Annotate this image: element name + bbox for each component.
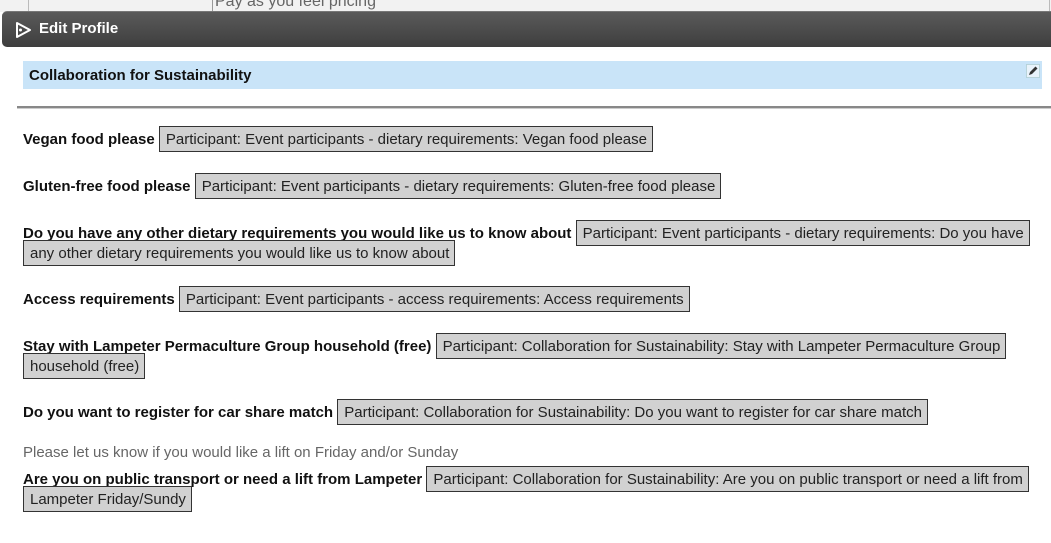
field-gluten-free-food: Gluten-free food please Participant: Eve… [23, 173, 1025, 199]
field-access-requirements: Access requirements Participant: Event p… [23, 286, 1025, 312]
field-value[interactable]: Participant: Event participants - dietar… [158, 126, 653, 152]
field-stay-lampeter: Stay with Lampeter Permaculture Group ho… [23, 333, 1025, 379]
dialog-title: Edit Profile [39, 20, 119, 37]
divider [17, 106, 1051, 109]
field-car-share: Do you want to register for car share ma… [23, 399, 1025, 425]
field-other-dietary: Do you have any other dietary requiremen… [23, 220, 1030, 266]
dialog-titlebar[interactable]: Edit Profile [2, 11, 1051, 47]
field-value[interactable]: Participant: Event participants - access… [178, 286, 690, 312]
field-value[interactable]: Participant: Event participants - dietar… [194, 173, 722, 199]
field-label: Access requirements [23, 291, 175, 308]
background-text: Pay as you feel pricing [212, 0, 376, 11]
field-hint: Please let us know if you would like a l… [23, 444, 459, 461]
field-label: Vegan food please [23, 131, 155, 148]
tag-icon [16, 22, 31, 38]
section-header: Collaboration for Sustainability [23, 61, 1042, 89]
field-label: Gluten-free food please [23, 178, 191, 195]
field-vegan-food: Vegan food please Participant: Event par… [23, 126, 1025, 152]
pencil-icon[interactable] [1026, 64, 1040, 78]
section-title: Collaboration for Sustainability [29, 67, 252, 84]
field-label: Do you want to register for car share ma… [23, 404, 334, 421]
field-public-transport: Are you on public transport or need a li… [23, 466, 1029, 512]
field-value[interactable]: Participant: Collaboration for Sustainab… [337, 399, 929, 425]
